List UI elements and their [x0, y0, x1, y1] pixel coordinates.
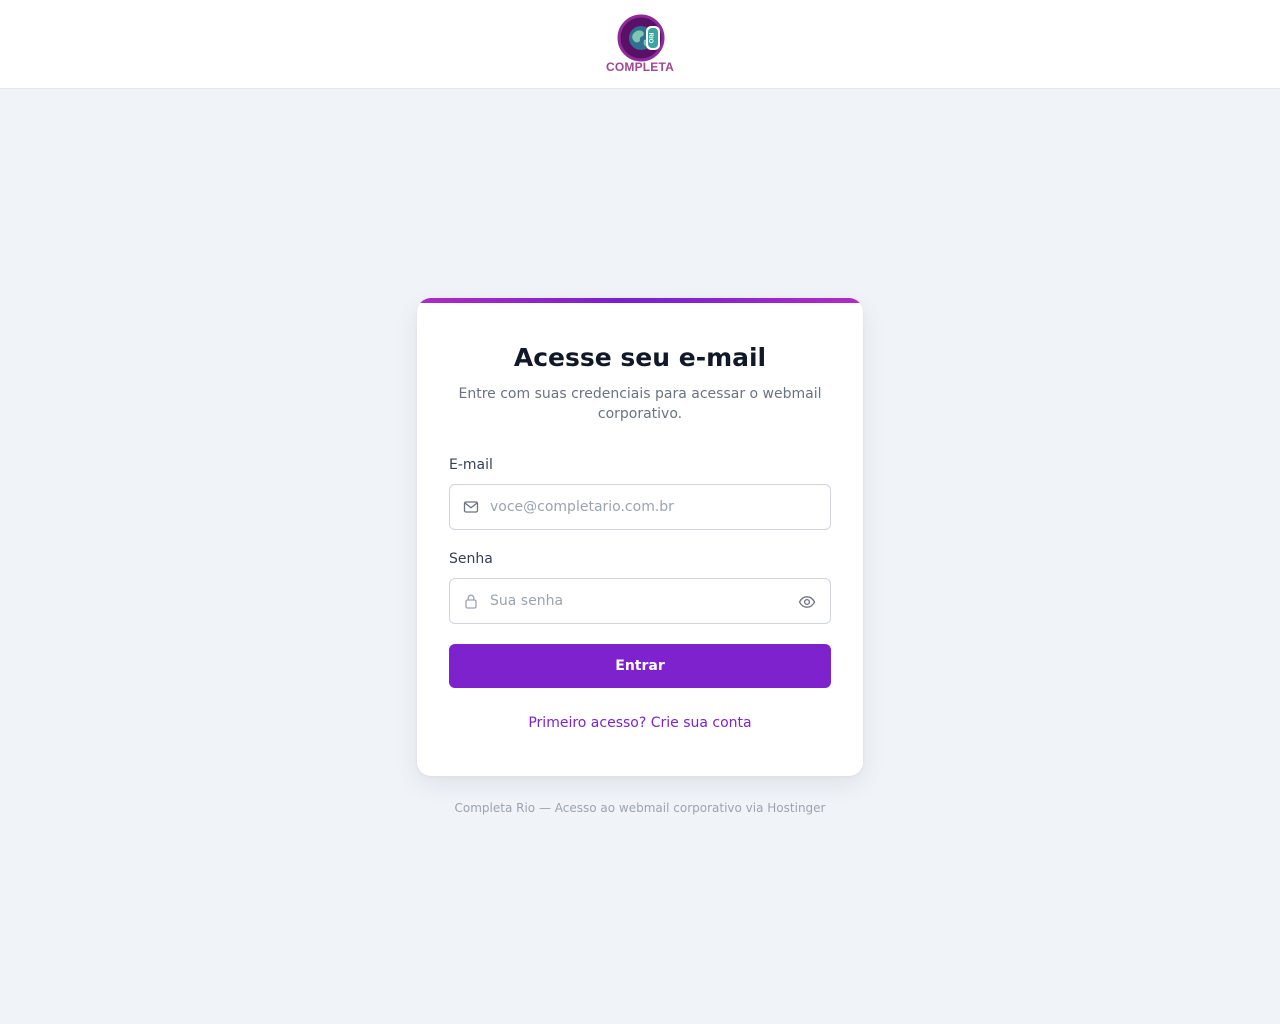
email-label: E-mail: [449, 457, 493, 473]
submit-button[interactable]: Entrar: [449, 644, 831, 688]
email-field[interactable]: [449, 484, 831, 530]
logo-wordmark: COMPLETA: [605, 60, 675, 74]
logo-emblem: RIO: [617, 14, 665, 62]
email-input[interactable]: [490, 485, 790, 529]
login-card: Acesse seu e-mail Entre com suas credenc…: [417, 298, 863, 776]
eye-icon[interactable]: [798, 593, 816, 611]
page-subtitle: Entre com suas credenciais para acessar …: [458, 386, 822, 422]
password-field[interactable]: [449, 578, 831, 624]
completa-rio-logo[interactable]: RIO COMPLETA: [600, 12, 680, 76]
card-accent-bar: [417, 298, 863, 303]
footer-note: Completa Rio — Acesso ao webmail corpora…: [454, 801, 826, 815]
password-input[interactable]: [490, 579, 790, 623]
page-title: Acesse seu e-mail: [513, 343, 767, 372]
create-account-link[interactable]: Primeiro acesso? Crie sua conta: [417, 715, 863, 731]
password-label: Senha: [449, 551, 493, 567]
top-bar: RIO COMPLETA: [0, 0, 1280, 89]
logo-badge-text: RIO: [647, 33, 653, 44]
lock-icon: [465, 594, 477, 609]
mail-icon: [463, 501, 479, 513]
